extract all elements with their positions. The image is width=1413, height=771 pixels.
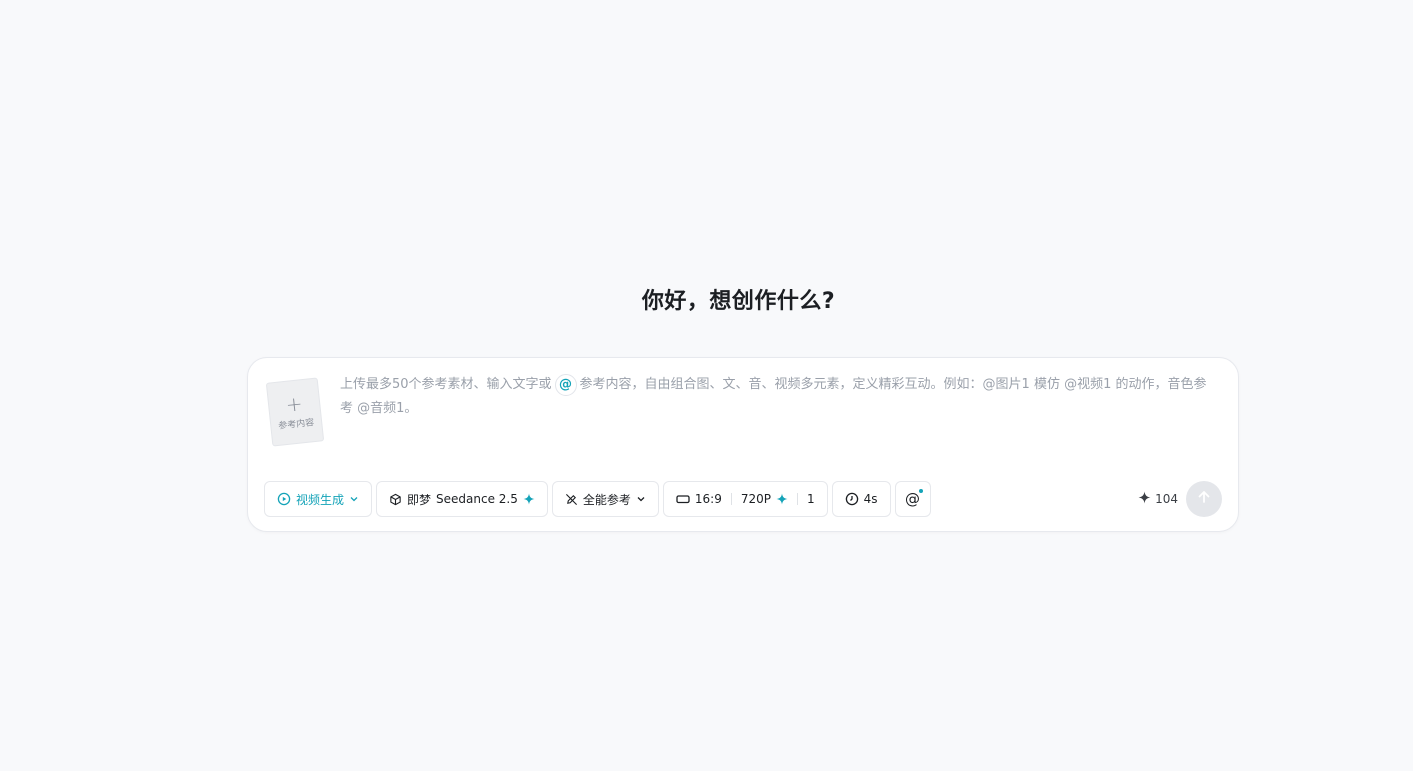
reference-mode-label: 全能参考 — [582, 492, 631, 507]
video-mode-icon — [277, 492, 291, 506]
output-settings[interactable]: 16:9 720P 1 — [662, 481, 828, 517]
prompt-composer: + 参考内容 上传最多50个参考素材、输入文字或 @ 参考内容，自由组合图、文、音、… — [247, 357, 1239, 532]
duration-value: 4s — [863, 492, 878, 506]
reference-mode-select[interactable]: 全能参考 — [551, 481, 659, 517]
cube-icon — [389, 493, 402, 506]
reference-upload-card[interactable]: + 参考内容 — [265, 377, 325, 447]
model-select[interactable]: 即梦 Seedance 2.5 — [376, 481, 548, 517]
at-icon: @ — [905, 490, 921, 508]
plus-icon: + — [284, 390, 304, 417]
notification-dot — [918, 489, 923, 493]
aspect-ratio-icon — [676, 494, 690, 504]
mention-button[interactable]: @ — [894, 481, 931, 517]
pencil-slash-icon — [565, 493, 578, 506]
prompt-input[interactable]: 上传最多50个参考素材、输入文字或 @ 参考内容，自由组合图、文、音、视频多元素，定… — [340, 373, 1210, 421]
reference-upload-label: 参考内容 — [277, 417, 315, 432]
send-arrow-icon — [1196, 489, 1212, 509]
chevron-down-icon — [349, 494, 359, 504]
submit-area: 104 — [1138, 481, 1222, 517]
credits-sparkle-icon — [1138, 491, 1151, 507]
clock-icon — [845, 492, 859, 506]
at-mention-icon[interactable]: @ — [554, 373, 577, 396]
divider — [796, 493, 798, 505]
aspect-ratio-value: 16:9 — [694, 492, 722, 506]
count-value: 1 — [806, 492, 815, 506]
model-name: Seedance 2.5 — [436, 492, 518, 506]
mode-label: 视频生成 — [296, 492, 345, 507]
page-title: 你好，想创作什么? — [641, 289, 836, 314]
mode-select[interactable]: 视频生成 — [264, 481, 373, 517]
duration-select[interactable]: 4s — [831, 481, 891, 517]
credits-display: 104 — [1138, 491, 1178, 507]
model-prefix: 即梦 — [407, 492, 432, 507]
credits-value: 104 — [1155, 492, 1178, 506]
composer-toolbar: 视频生成 即梦 Seedance 2.5 全能参考 16:9 720P 1 4s… — [264, 481, 931, 517]
sparkle-icon — [523, 493, 535, 505]
resolution-value: 720P — [740, 492, 771, 506]
divider — [730, 493, 732, 505]
send-button[interactable] — [1186, 481, 1222, 517]
prompt-placeholder-part1: 上传最多50个参考素材、输入文字或 — [340, 377, 552, 392]
sparkle-icon — [776, 493, 788, 505]
chevron-down-icon — [636, 494, 646, 504]
